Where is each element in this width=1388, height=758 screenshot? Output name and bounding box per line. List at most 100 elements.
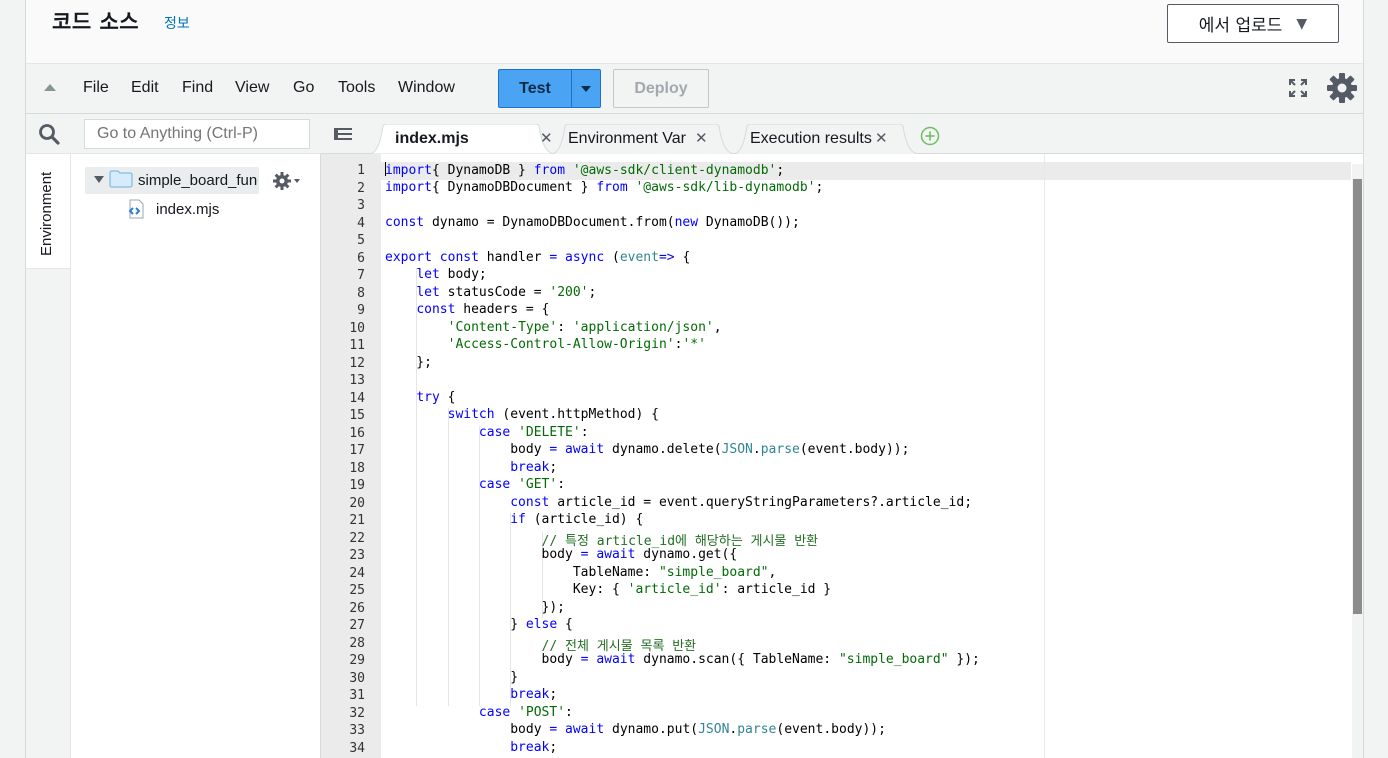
code-token: from <box>596 179 628 195</box>
code-token: body <box>385 652 581 667</box>
menu-tools[interactable]: Tools <box>338 79 375 97</box>
code-token: let <box>416 267 440 282</box>
test-button[interactable]: Test <box>498 69 601 108</box>
code-token: new <box>674 214 699 230</box>
caret-down-icon <box>581 85 591 92</box>
close-icon[interactable]: ✕ <box>695 129 708 147</box>
menu-go[interactable]: Go <box>293 79 314 97</box>
line-number: 34 <box>349 740 365 756</box>
info-link[interactable]: 정보 <box>164 13 190 33</box>
code-token: : <box>557 319 573 335</box>
plus-circle-icon[interactable] <box>920 126 940 146</box>
tab-environment-var[interactable]: Environment Var ✕ <box>551 124 735 154</box>
upload-from-label: 에서 업로드 <box>1198 16 1283 36</box>
code-line: TableName: "simple_board", <box>385 564 777 583</box>
code-token: import <box>385 179 432 195</box>
code-line: body = await dynamo.get({ <box>385 547 738 565</box>
tree-folder[interactable]: simple_board_funct <box>85 167 259 194</box>
code-token: 'DELETE' <box>518 424 581 440</box>
code-token: await <box>596 547 636 562</box>
line-number: 31 <box>349 688 365 703</box>
code-token: dynamo.scan({ TableName: <box>635 652 839 667</box>
code-line: 'Content-Type': 'application/json', <box>385 320 722 338</box>
code-line: switch (event.httpMethod) { <box>385 407 659 425</box>
menu-file[interactable]: File <box>83 79 109 97</box>
gear-icon[interactable] <box>1326 72 1358 104</box>
line-number: 26 <box>349 600 365 616</box>
code-line: } <box>385 670 518 688</box>
tab-list-icon[interactable] <box>333 126 353 142</box>
code-line: import{ DynamoDB } from '@aws-sdk/client… <box>385 162 784 180</box>
menu-view[interactable]: View <box>235 79 269 97</box>
search-icon <box>39 124 60 145</box>
code-line: case 'DELETE': <box>385 425 589 443</box>
line-number: 21 <box>349 513 365 528</box>
code-token: }; <box>385 354 432 370</box>
code-source-panel: 코드 소스 정보 에서 업로드 ▼ File Edit Find View Go… <box>25 0 1364 758</box>
go-to-anything-input[interactable] <box>84 119 310 149</box>
tab-index-mjs[interactable]: index.mjs ✕ <box>369 124 555 154</box>
line-number-gutter: 1 2 3 4 5 6 7 8 9 10 11 12 13 14 15 16 17 18 19 20 21 22 23 24 2… <box>321 154 381 758</box>
caret-down-icon: ▼ <box>1296 15 1308 32</box>
scrollbar-thumb[interactable] <box>1353 179 1362 614</box>
code-token: "simple_board" <box>658 564 769 580</box>
code-line: }); <box>385 600 565 618</box>
code-token: switch <box>447 407 495 422</box>
code-token: '@aws-sdk/client-dynamodb' <box>572 163 777 178</box>
code-line: break; <box>385 460 557 478</box>
environment-tab[interactable]: Environment <box>26 154 71 269</box>
tab-execution-results[interactable]: Execution results ✕ <box>733 124 919 154</box>
code-token: Key: { <box>385 582 628 597</box>
line-number: 12 <box>349 355 365 371</box>
code-token: } <box>385 617 526 632</box>
code-token: { <box>557 617 573 632</box>
code-token: JSON <box>721 442 753 457</box>
folder-name: simple_board_funct <box>138 172 258 189</box>
code-token: (event.httpMethod) { <box>494 407 659 422</box>
line-number: 8 <box>357 285 365 301</box>
code-line: case 'GET': <box>385 477 565 495</box>
menu-window[interactable]: Window <box>398 79 455 97</box>
line-number: 16 <box>349 425 365 441</box>
expand-triangle-icon[interactable] <box>94 176 104 183</box>
code-line: Key: { 'article_id': article_id } <box>385 582 831 600</box>
folder-settings-gear-icon[interactable] <box>273 171 303 191</box>
line-number: 7 <box>357 268 365 283</box>
code-token: case <box>478 704 511 720</box>
deploy-button[interactable]: Deploy <box>613 69 709 108</box>
code-token: await <box>596 652 636 667</box>
file-name: index.mjs <box>156 201 220 218</box>
code-line: const article_id = event.queryStringPara… <box>385 495 972 513</box>
line-number: 18 <box>349 460 365 476</box>
code-token: => <box>658 249 675 265</box>
line-number: 1 <box>357 163 365 178</box>
code-token: : <box>580 424 589 440</box>
vertical-scrollbar[interactable] <box>1352 164 1363 758</box>
code-editor[interactable]: 1 2 3 4 5 6 7 8 9 10 11 12 13 14 15 16 17 18 19 20 21 22 23 24 2… <box>321 154 1363 758</box>
test-button-label[interactable]: Test <box>499 70 572 107</box>
code-line: break; <box>385 740 557 758</box>
test-dropdown-button[interactable] <box>572 70 600 107</box>
code-token: (event.body)); <box>799 442 910 457</box>
collapse-arrow-icon[interactable] <box>44 84 56 91</box>
menu-find[interactable]: Find <box>182 79 213 97</box>
code-token: : <box>565 704 573 720</box>
menu-edit[interactable]: Edit <box>131 79 159 97</box>
code-token: const <box>385 214 425 230</box>
upload-from-button[interactable]: 에서 업로드 ▼ <box>1167 4 1339 43</box>
close-icon[interactable]: ✕ <box>875 129 888 147</box>
fullscreen-icon[interactable] <box>1288 78 1308 98</box>
code-token: import <box>385 163 432 178</box>
code-token: 'application/json' <box>572 319 714 335</box>
code-token: dynamo.put( <box>604 722 699 737</box>
code-line: body = await dynamo.put(JSON.parse(event… <box>385 722 886 740</box>
code-line: const headers = { <box>385 302 549 320</box>
code-token: article_id = event.queryStringParameters… <box>549 494 973 510</box>
